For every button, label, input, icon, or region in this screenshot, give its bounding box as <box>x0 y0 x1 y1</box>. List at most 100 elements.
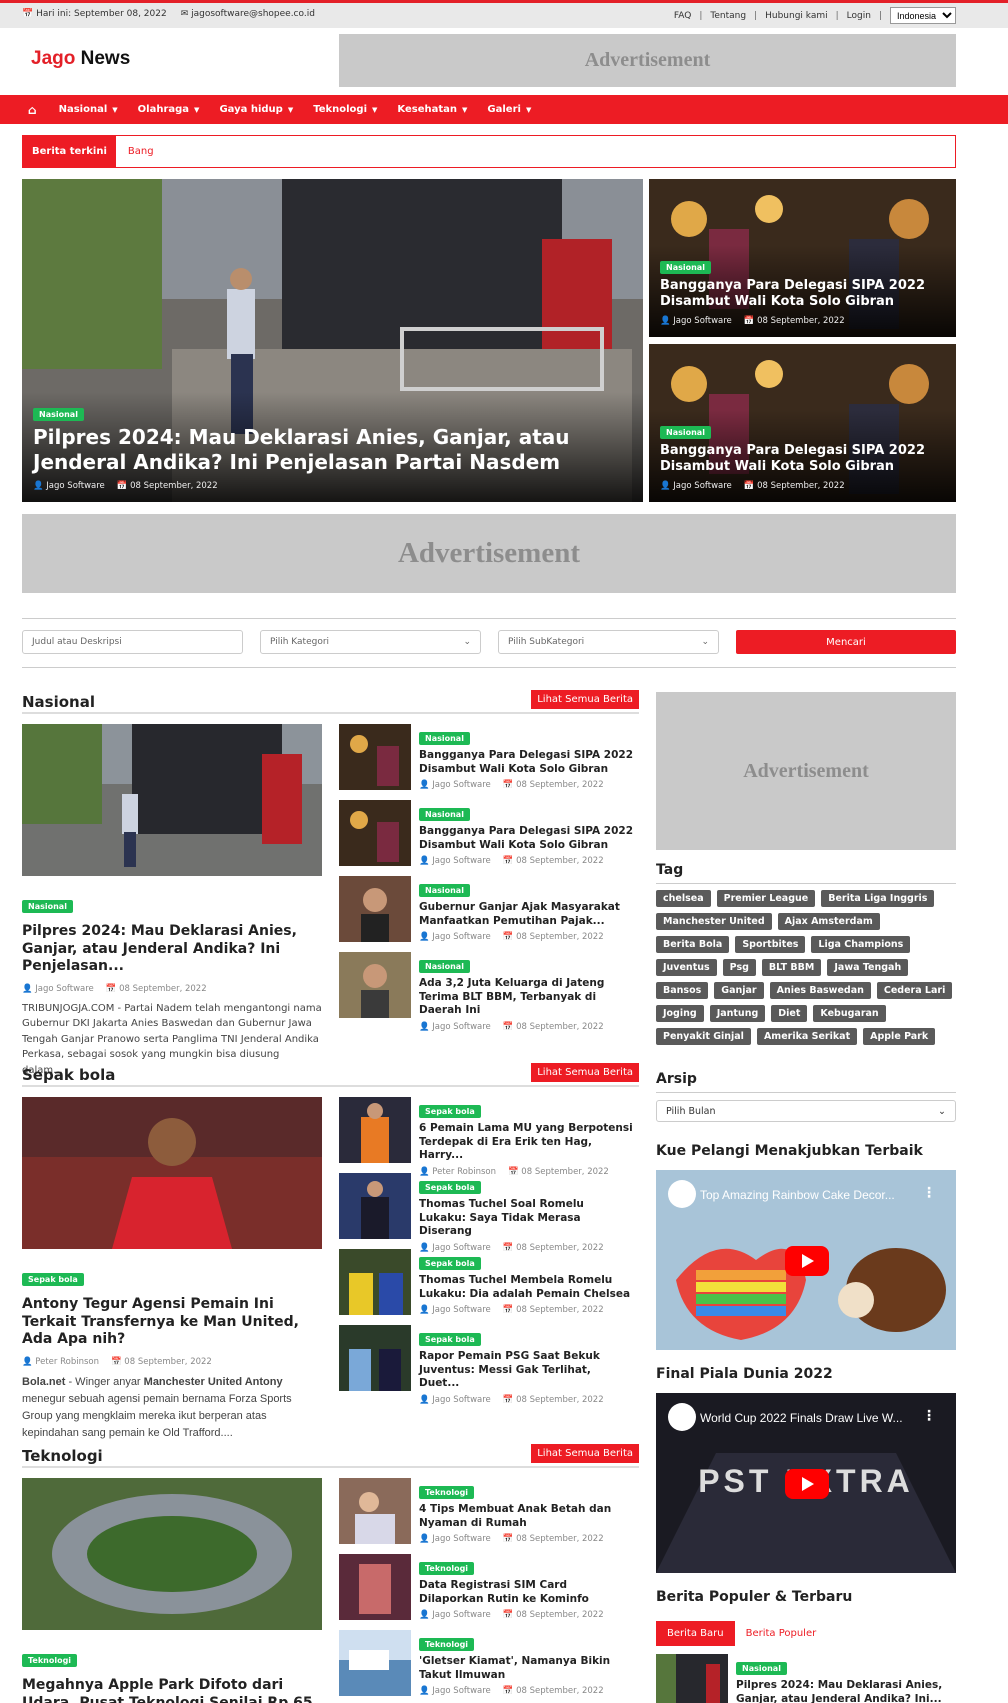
video-embed-world-cup[interactable]: PST EXTRA World Cup 2022 Finals Draw Liv… <box>656 1393 956 1573</box>
category-badge[interactable]: Nasional <box>419 884 470 897</box>
category-badge[interactable]: Nasional <box>419 808 470 821</box>
tag-chip[interactable]: Psg <box>722 959 756 976</box>
item-title[interactable]: Bangganya Para Delegasi SIPA 2022 Disamb… <box>419 749 634 776</box>
video-embed-rainbow-cake[interactable]: Top Amazing Rainbow Cake Decor... ⋮ <box>656 1170 956 1350</box>
list-item[interactable]: Teknologi 'Gletser Kiamat', Namanya Bikin… <box>339 1630 639 1696</box>
tag-chip[interactable]: Juventus <box>656 959 717 976</box>
sidebar-ad[interactable]: Advertisement <box>656 692 956 850</box>
list-item[interactable]: Sepak bola 6 Pemain Lama MU yang Berpoten… <box>339 1097 639 1177</box>
category-badge[interactable]: Nasional <box>419 732 470 745</box>
category-badge[interactable]: Nasional <box>33 408 84 421</box>
list-item[interactable]: Sepak bola Thomas Tuchel Soal Romelu Luka… <box>339 1173 639 1253</box>
category-badge[interactable]: Sepak bola <box>419 1105 481 1118</box>
play-icon[interactable] <box>785 1246 829 1276</box>
month-select[interactable]: Pilih Bulan ⌄ <box>656 1100 956 1122</box>
tag-chip[interactable]: Premier League <box>716 890 816 907</box>
tag-chip[interactable]: Sportbites <box>735 936 806 953</box>
category-badge[interactable]: Sepak bola <box>22 1273 84 1286</box>
tag-chip[interactable]: Anies Baswedan <box>769 982 871 999</box>
item-title[interactable]: Data Registrasi SIM Card Dilaporkan Ruti… <box>419 1579 634 1606</box>
category-badge[interactable]: Teknologi <box>419 1486 475 1499</box>
item-title[interactable]: 4 Tips Membuat Anak Betah dan Nyaman di … <box>419 1503 634 1530</box>
category-badge[interactable]: Sepak bola <box>419 1333 481 1346</box>
featured-title[interactable]: Pilpres 2024: Mau Deklarasi Anies, Ganja… <box>22 923 322 976</box>
category-badge[interactable]: Nasional <box>736 1662 787 1675</box>
tag-chip[interactable]: BLT BBM <box>761 959 822 976</box>
item-title[interactable]: 'Gletser Kiamat', Namanya Bikin Takut Il… <box>419 1655 634 1682</box>
tag-chip[interactable]: Jantung <box>709 1005 766 1022</box>
category-badge[interactable]: Teknologi <box>22 1654 78 1667</box>
item-title[interactable]: 6 Pemain Lama MU yang Berpotensi Terdepa… <box>419 1122 634 1163</box>
list-item[interactable]: Teknologi 4 Tips Membuat Anak Betah dan N… <box>339 1478 639 1544</box>
category-badge[interactable]: Nasional <box>22 900 73 913</box>
item-title[interactable]: Thomas Tuchel Membela Romelu Lukaku: Dia… <box>419 1274 634 1301</box>
more-icon[interactable]: ⋮ <box>922 1185 936 1201</box>
category-badge[interactable]: Teknologi <box>419 1562 475 1575</box>
language-select[interactable]: Indonesia <box>890 7 956 24</box>
category-badge[interactable]: Nasional <box>419 960 470 973</box>
list-item[interactable]: Nasional Ada 3,2 Juta Keluarga di Jateng … <box>339 952 639 1032</box>
hero-side-article-2[interactable]: Nasional Bangganya Para Delegasi SIPA 20… <box>649 344 956 502</box>
nav-galeri[interactable]: Galeri ▼ <box>487 104 531 115</box>
item-title[interactable]: Ada 3,2 Juta Keluarga di Jateng Terima B… <box>419 977 634 1018</box>
tag-chip[interactable]: Liga Champions <box>811 936 911 953</box>
hero-main-article[interactable]: Nasional Pilpres 2024: Mau Deklarasi Ani… <box>22 179 643 502</box>
tag-chip[interactable]: Jawa Tengah <box>827 959 909 976</box>
nav-olahraga[interactable]: Olahraga ▼ <box>138 104 200 115</box>
category-badge[interactable]: Nasional <box>660 260 711 274</box>
header-ad[interactable]: Advertisement <box>339 34 956 87</box>
tag-chip[interactable]: Manchester United <box>656 913 772 930</box>
category-badge[interactable]: Nasional <box>660 425 711 439</box>
play-icon[interactable] <box>785 1469 829 1499</box>
tag-chip[interactable]: Ajax Amsterdam <box>777 913 880 930</box>
list-item[interactable]: Nasional Gubernur Ganjar Ajak Masyarakat … <box>339 876 639 942</box>
tag-chip[interactable]: Apple Park <box>863 1028 936 1045</box>
category-select[interactable]: Pilih Kategori ⌄ <box>260 630 481 654</box>
hero-side-article-1[interactable]: Nasional Bangganya Para Delegasi SIPA 20… <box>649 179 956 337</box>
nav-kesehatan[interactable]: Kesehatan ▼ <box>397 104 467 115</box>
search-input[interactable]: Judul atau Deskripsi <box>22 630 243 654</box>
category-badge[interactable]: Sepak bola <box>419 1181 481 1194</box>
item-title[interactable]: Pilpres 2024: Mau Deklarasi Anies, Ganja… <box>736 1679 951 1703</box>
link-login[interactable]: Login <box>847 11 871 21</box>
list-item[interactable]: Nasional Bangganya Para Delegasi SIPA 202… <box>339 800 639 866</box>
nav-nasional[interactable]: Nasional ▼ <box>59 104 118 115</box>
nav-gaya-hidup[interactable]: Gaya hidup ▼ <box>219 104 293 115</box>
tag-chip[interactable]: Amerika Serikat <box>756 1028 858 1045</box>
subcategory-select[interactable]: Pilih SubKategori ⌄ <box>498 630 719 654</box>
ticker-text[interactable]: Bang <box>128 146 154 157</box>
list-item[interactable]: Sepak bola Thomas Tuchel Membela Romelu L… <box>339 1249 639 1315</box>
link-faq[interactable]: FAQ <box>674 11 691 21</box>
featured-article[interactable]: Teknologi Megahnya Apple Park Difoto dar… <box>22 1478 322 1703</box>
tag-chip[interactable]: Berita Liga Inggris <box>821 890 935 907</box>
tag-chip[interactable]: Cedera Lari <box>876 982 953 999</box>
mid-ad[interactable]: Advertisement <box>22 514 956 593</box>
featured-article[interactable]: Sepak bola Antony Tegur Agensi Pemain In… <box>22 1097 322 1442</box>
list-item[interactable]: Teknologi Data Registrasi SIM Card Dilapo… <box>339 1554 639 1620</box>
tag-chip[interactable]: Bansos <box>656 982 709 999</box>
tag-chip[interactable]: Diet <box>771 1005 808 1022</box>
link-hubungi[interactable]: Hubungi kami <box>765 11 828 21</box>
hero-side-title[interactable]: Bangganya Para Delegasi SIPA 2022 Disamb… <box>660 443 945 476</box>
featured-article[interactable]: Nasional Pilpres 2024: Mau Deklarasi Ani… <box>22 724 322 1078</box>
hero-main-title[interactable]: Pilpres 2024: Mau Deklarasi Anies, Ganja… <box>33 425 632 475</box>
search-button[interactable]: Mencari <box>736 630 956 654</box>
home-icon[interactable]: ⌂ <box>28 103 37 117</box>
item-title[interactable]: Thomas Tuchel Soal Romelu Lukaku: Saya T… <box>419 1198 634 1239</box>
item-title[interactable]: Rapor Pemain PSG Saat Bekuk Juventus: Me… <box>419 1350 634 1391</box>
tag-chip[interactable]: chelsea <box>656 890 711 907</box>
tab-berita-baru[interactable]: Berita Baru <box>656 1620 735 1646</box>
site-logo[interactable]: Jago News <box>31 48 130 70</box>
see-all-button[interactable]: Lihat Semua Berita <box>531 1444 639 1463</box>
item-title[interactable]: Bangganya Para Delegasi SIPA 2022 Disamb… <box>419 825 634 852</box>
featured-title[interactable]: Megahnya Apple Park Difoto dari Udara, P… <box>22 1677 322 1703</box>
category-badge[interactable]: Sepak bola <box>419 1257 481 1270</box>
tag-chip[interactable]: Kebugaran <box>813 1005 886 1022</box>
tag-chip[interactable]: Ganjar <box>714 982 764 999</box>
see-all-button[interactable]: Lihat Semua Berita <box>531 1063 639 1082</box>
hero-side-title[interactable]: Bangganya Para Delegasi SIPA 2022 Disamb… <box>660 278 945 311</box>
category-badge[interactable]: Teknologi <box>419 1638 475 1651</box>
tab-berita-populer[interactable]: Berita Populer <box>735 1621 828 1646</box>
tag-chip[interactable]: Berita Bola <box>656 936 730 953</box>
tag-chip[interactable]: Penyakit Ginjal <box>656 1028 751 1045</box>
